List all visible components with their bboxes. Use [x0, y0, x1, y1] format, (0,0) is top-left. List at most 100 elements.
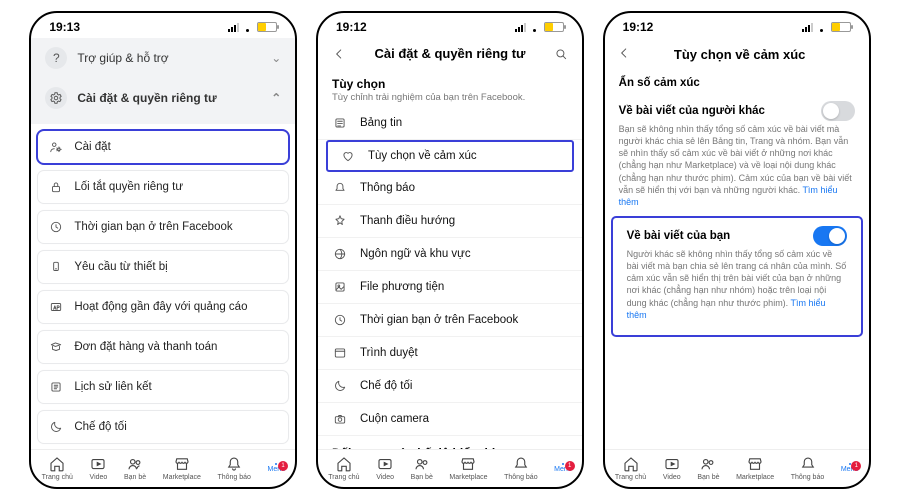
media-icon: [332, 280, 348, 294]
item-label: Chế độ tối: [74, 421, 126, 433]
row-label: Chế độ tối: [360, 380, 412, 392]
tab-notifications[interactable]: Thông báo: [791, 455, 824, 481]
status-icons: [228, 22, 277, 32]
settings-item-time[interactable]: Thời gian bạn ở trên Facebook: [37, 210, 289, 244]
status-icons: [802, 22, 851, 32]
tab-marketplace[interactable]: Marketplace: [163, 455, 201, 481]
tab-video[interactable]: Video: [89, 455, 107, 481]
option-others-posts: Về bài viết của người khác: [605, 95, 869, 123]
battery-icon: [257, 22, 277, 32]
globe-icon: [332, 247, 348, 261]
back-icon[interactable]: [330, 47, 348, 61]
settings-item-general[interactable]: Cài đặt: [37, 130, 289, 164]
settings-item-privacy-shortcut[interactable]: Lối tắt quyền riêng tư: [37, 170, 289, 204]
signal-icon: [515, 23, 526, 32]
wifi-icon: [529, 23, 541, 32]
signal-icon: [228, 23, 239, 32]
phone-screen-2: 19:12 Cài đặt & quyền riêng tư Tùy chọn …: [316, 11, 584, 489]
row-media[interactable]: File phương tiện: [318, 271, 582, 304]
browser-icon: [332, 346, 348, 360]
notification-badge: 1: [278, 461, 288, 471]
status-icons: [515, 22, 564, 32]
moon-icon: [48, 420, 64, 434]
search-icon[interactable]: [552, 47, 570, 61]
tab-friends[interactable]: Bạn bè: [411, 455, 433, 481]
tab-home[interactable]: Trang chủ: [42, 455, 73, 481]
help-label: Trợ giúp & hỗ trợ: [77, 51, 168, 65]
clock-icon: [332, 313, 348, 327]
chevron-up-icon: ⌃: [271, 91, 281, 105]
status-time: 19:12: [623, 20, 654, 34]
tab-marketplace[interactable]: Marketplace: [736, 455, 774, 481]
tab-notifications[interactable]: Thông báo: [217, 455, 250, 481]
clock-icon: [48, 220, 64, 234]
ad-icon: [48, 300, 64, 314]
settings-privacy-row[interactable]: Cài đặt & quyền riêng tư ⌃: [37, 78, 289, 118]
item-label: Yêu cầu từ thiết bị: [74, 261, 167, 273]
status-time: 19:13: [49, 20, 80, 34]
row-newsfeed[interactable]: Bảng tin: [318, 107, 582, 140]
toggle-others-posts[interactable]: [821, 101, 855, 121]
tab-home[interactable]: Trang chủ: [615, 455, 646, 481]
screen1-content: ? Trợ giúp & hỗ trợ ⌄ Cài đặt & quyền ri…: [31, 38, 295, 449]
row-reaction-preferences[interactable]: Tùy chọn về cảm xúc: [326, 140, 574, 172]
screen3-header: Tùy chọn về cảm xúc: [605, 38, 869, 71]
tab-bar: Trang chủ Video Bạn bè Marketplace Thông…: [605, 449, 869, 487]
bell-icon: [332, 181, 348, 195]
tab-marketplace[interactable]: Marketplace: [449, 455, 487, 481]
signal-icon: [802, 23, 813, 32]
section-subtitle: Tùy chỉnh trải nghiệm của bạn trên Faceb…: [318, 91, 582, 107]
feed-icon: [332, 116, 348, 130]
row-notifications[interactable]: Thông báo: [318, 172, 582, 205]
lock-icon: [48, 180, 64, 194]
tab-bar: Trang chủ Video Bạn bè Marketplace Thông…: [31, 449, 295, 487]
tab-home[interactable]: Trang chủ: [328, 455, 359, 481]
phone-screen-3: 19:12 Tùy chọn về cảm xúc Ẩn số cảm xúc …: [603, 11, 871, 489]
row-label: Cuộn camera: [360, 413, 429, 425]
device-icon: [48, 260, 64, 274]
back-icon[interactable]: [617, 46, 635, 63]
tab-video[interactable]: Video: [663, 455, 681, 481]
settings-item-link-history[interactable]: Lịch sử liên kết: [37, 370, 289, 404]
status-time: 19:12: [336, 20, 367, 34]
help-support-row[interactable]: ? Trợ giúp & hỗ trợ ⌄: [37, 38, 289, 78]
row-label: Thanh điều hướng: [360, 215, 455, 227]
tab-friends[interactable]: Bạn bè: [697, 455, 719, 481]
status-bar: 19:12: [318, 13, 582, 38]
row-camera-roll[interactable]: Cuộn camera: [318, 403, 582, 436]
settings-item-ads[interactable]: Hoạt động gần đây với quảng cáo: [37, 290, 289, 324]
status-bar: 19:12: [605, 13, 869, 38]
chevron-down-icon: ⌄: [271, 51, 281, 65]
battery-icon: [831, 22, 851, 32]
row-label: Thông báo: [360, 182, 415, 194]
tab-menu[interactable]: 1Menu: [841, 463, 859, 473]
settings-item-device[interactable]: Yêu cầu từ thiết bị: [37, 250, 289, 284]
settings-item-dark-mode[interactable]: Chế độ tối: [37, 410, 289, 444]
tab-friends[interactable]: Bạn bè: [124, 455, 146, 481]
row-label: Thời gian bạn ở trên Facebook: [360, 314, 518, 326]
tab-video[interactable]: Video: [376, 455, 394, 481]
row-language[interactable]: Ngôn ngữ và khu vực: [318, 238, 582, 271]
row-label: File phương tiện: [360, 281, 444, 293]
tab-menu[interactable]: 1Menu: [554, 463, 572, 473]
tab-notifications[interactable]: Thông báo: [504, 455, 537, 481]
row-label: Bảng tin: [360, 117, 402, 129]
toggle-your-posts[interactable]: [813, 226, 847, 246]
page-title: Tùy chọn về cảm xúc: [641, 47, 839, 62]
tab-menu[interactable]: 1Menu: [268, 463, 286, 473]
camera-icon: [332, 412, 348, 426]
row-dark-mode[interactable]: Chế độ tối: [318, 370, 582, 403]
screen2-header: Cài đặt & quyền riêng tư: [318, 38, 582, 69]
option-description: Bạn sẽ không nhìn thấy tổng số cảm xúc v…: [605, 123, 869, 218]
row-browser[interactable]: Trình duyệt: [318, 337, 582, 370]
row-time-on-fb[interactable]: Thời gian bạn ở trên Facebook: [318, 304, 582, 337]
settings-item-payments[interactable]: Đơn đặt hàng và thanh toán: [37, 330, 289, 364]
row-navbar[interactable]: Thanh điều hướng: [318, 205, 582, 238]
option-description: Người khác sẽ không nhìn thấy tổng số cả…: [613, 248, 861, 331]
settings-list: Cài đặt Lối tắt quyền riêng tư Thời gian…: [31, 124, 295, 449]
option-title: Về bài viết của bạn: [627, 230, 731, 242]
item-label: Cài đặt: [74, 141, 110, 153]
row-label: Trình duyệt: [360, 347, 418, 359]
moon-icon: [332, 379, 348, 393]
screen3-content: Tùy chọn về cảm xúc Ẩn số cảm xúc Về bài…: [605, 38, 869, 449]
